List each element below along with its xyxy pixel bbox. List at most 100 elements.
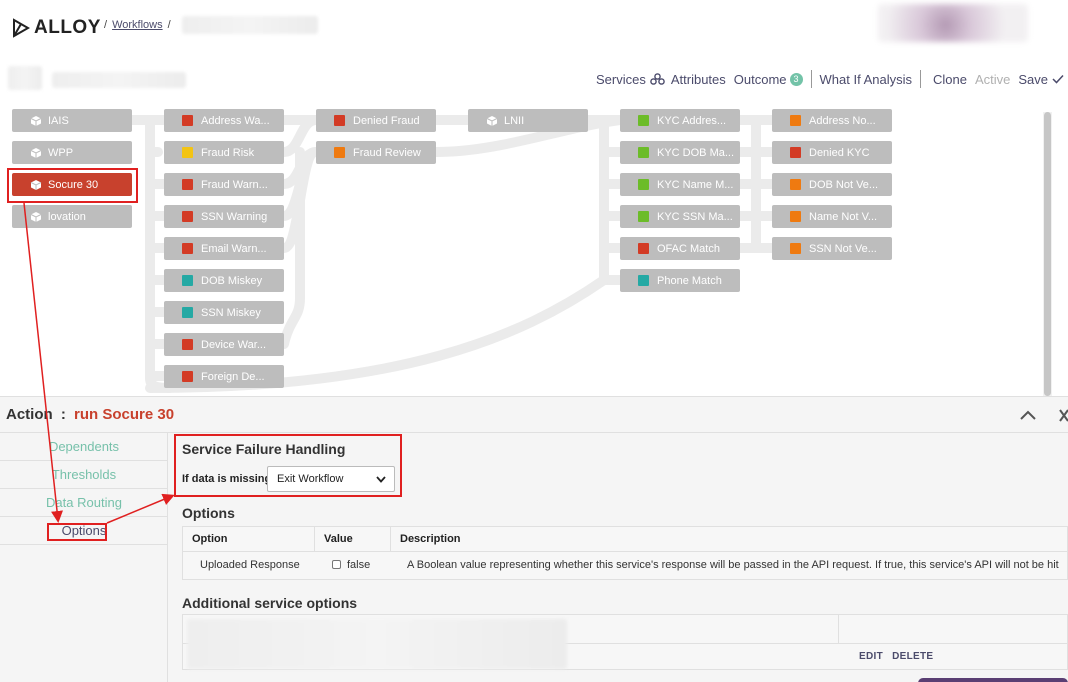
workflow-node-label: Denied KYC [809,146,870,159]
outcome-color-icon [182,211,193,222]
edit-button[interactable]: EDIT [859,651,883,662]
alloy-logo[interactable]: ALLOY [12,16,101,40]
attributes-link[interactable]: Attributes [671,72,726,87]
clone-button[interactable]: Clone [933,72,967,87]
outcome-color-icon [790,211,801,222]
workflow-node-label: SSN Not Ve... [809,242,877,255]
workflow-node-address-wa[interactable]: Address Wa... [164,109,284,132]
workflow-node-kyc-dob-ma[interactable]: KYC DOB Ma... [620,141,740,164]
workflow-node-device-war[interactable]: Device War... [164,333,284,356]
workflow-canvas[interactable]: IAIS WPP Socure 30 lovation Address Wa... Fra… [0,98,1056,396]
outcome-color-icon [182,371,193,382]
outcome-color-icon [334,115,345,126]
workflow-node-iais[interactable]: IAIS [12,109,132,132]
workflow-node-label: Address Wa... [201,114,270,127]
redacted-user-menu[interactable] [878,4,1028,42]
workflow-node-name-not-v[interactable]: Name Not V... [772,205,892,228]
workflow-node-label: WPP [48,146,74,159]
workflow-node-label: Name Not V... [809,210,878,223]
action-name: run Socure 30 [74,406,175,423]
delete-button[interactable]: DELETE [892,651,933,662]
primary-action-button[interactable] [918,678,1068,682]
workflow-node-label: Device War... [201,338,266,351]
outcome-color-icon [182,115,193,126]
workflow-node-label: Denied Fraud [353,114,420,127]
check-icon [1052,74,1064,84]
outcome-color-icon [638,275,649,286]
workflow-node-denied-fraud[interactable]: Denied Fraud [316,109,436,132]
services-icon[interactable] [650,73,665,85]
column-header-option: Option [183,527,315,551]
column-header-value: Value [315,527,391,551]
additional-options-title: Additional service options [182,595,358,611]
workflow-node-ssn-warning[interactable]: SSN Warning [164,205,284,228]
alloy-logo-icon [13,18,30,38]
highlight-selected-node [7,168,138,203]
workflow-node-dob-not-ve[interactable]: DOB Not Ve... [772,173,892,196]
column-header-description: Description [400,533,461,545]
action-prefix: Action [6,406,53,423]
workflow-node-ssn-not-ve[interactable]: SSN Not Ve... [772,237,892,260]
close-icon[interactable] [1058,409,1068,422]
workflow-node-address-no[interactable]: Address No... [772,109,892,132]
canvas-scrollbar-thumb[interactable] [1044,112,1051,396]
breadcrumb-separator: / [167,19,171,31]
outcome-color-icon [182,275,193,286]
workflow-node-wpp[interactable]: WPP [12,141,132,164]
workflow-node-label: Foreign De... [201,370,265,383]
workflow-node-lnii[interactable]: LNII [468,109,588,132]
workflow-node-fraud-warn[interactable]: Fraud Warn... [164,173,284,196]
breadcrumb: / Workflows / [104,19,171,31]
workflow-node-denied-kyc[interactable]: Denied KYC [772,141,892,164]
workflow-node-label: lovation [48,210,86,223]
outcome-color-icon [638,179,649,190]
workflow-node-kyc-ssn-ma[interactable]: KYC SSN Ma... [620,205,740,228]
cube-icon [30,115,42,126]
outcome-color-icon [790,115,801,126]
workflow-node-dob-miskey[interactable]: DOB Miskey [164,269,284,292]
workflow-node-label: OFAC Match [657,242,720,255]
workflow-node-kyc-addres[interactable]: KYC Addres... [620,109,740,132]
logo-text: ALLOY [34,17,101,38]
table-divider [838,615,839,643]
what-if-analysis-link[interactable]: What If Analysis [820,72,912,87]
outcome-color-icon [182,147,193,158]
workflow-node-fraud-risk[interactable]: Fraud Risk [164,141,284,164]
workflow-node-label: Phone Match [657,274,722,287]
workflow-node-label: KYC DOB Ma... [657,146,735,159]
sidebar-item-thresholds[interactable]: Thresholds [0,461,168,489]
outcome-color-icon [790,243,801,254]
option-value-cell: false [332,551,370,579]
workflow-node-ssn-miskey[interactable]: SSN Miskey [164,301,284,324]
outcome-count-badge: 3 [789,72,803,86]
breadcrumb-workflows-link[interactable]: Workflows [112,19,163,31]
sidebar-item-data-routing[interactable]: Data Routing [0,489,168,517]
highlight-options-tab [47,523,107,541]
outcome-color-icon [790,179,801,190]
workflow-node-email-warn[interactable]: Email Warn... [164,237,284,260]
active-button[interactable]: Active [975,72,1010,87]
outcome-color-icon [790,147,801,158]
outcome-color-icon [334,147,345,158]
option-value: false [347,559,371,571]
save-button[interactable]: Save [1018,72,1048,87]
workflow-node-label: KYC SSN Ma... [657,210,733,223]
outcome-link[interactable]: Outcome [734,72,787,87]
workflow-node-fraud-review[interactable]: Fraud Review [316,141,436,164]
services-link[interactable]: Services [596,72,646,87]
collapse-chevron-icon[interactable] [1019,409,1037,421]
workflow-node-label: Address No... [809,114,876,127]
redacted-version [52,72,186,88]
options-table: Option Value Description Uploaded Respon… [182,526,1068,580]
workflow-node-label: Email Warn... [201,242,267,255]
outcome-color-icon [182,243,193,254]
sidebar-item-dependents[interactable]: Dependents [0,433,168,461]
redacted-avatar [8,66,42,90]
workflow-node-phone-match[interactable]: Phone Match [620,269,740,292]
workflow-node-lovation[interactable]: lovation [12,205,132,228]
workflow-node-kyc-name-m[interactable]: KYC Name M... [620,173,740,196]
canvas-scrollbar[interactable] [1043,112,1052,396]
workflow-node-foreign-de[interactable]: Foreign De... [164,365,284,388]
option-value-checkbox[interactable] [332,560,341,569]
workflow-node-ofac-match[interactable]: OFAC Match [620,237,740,260]
